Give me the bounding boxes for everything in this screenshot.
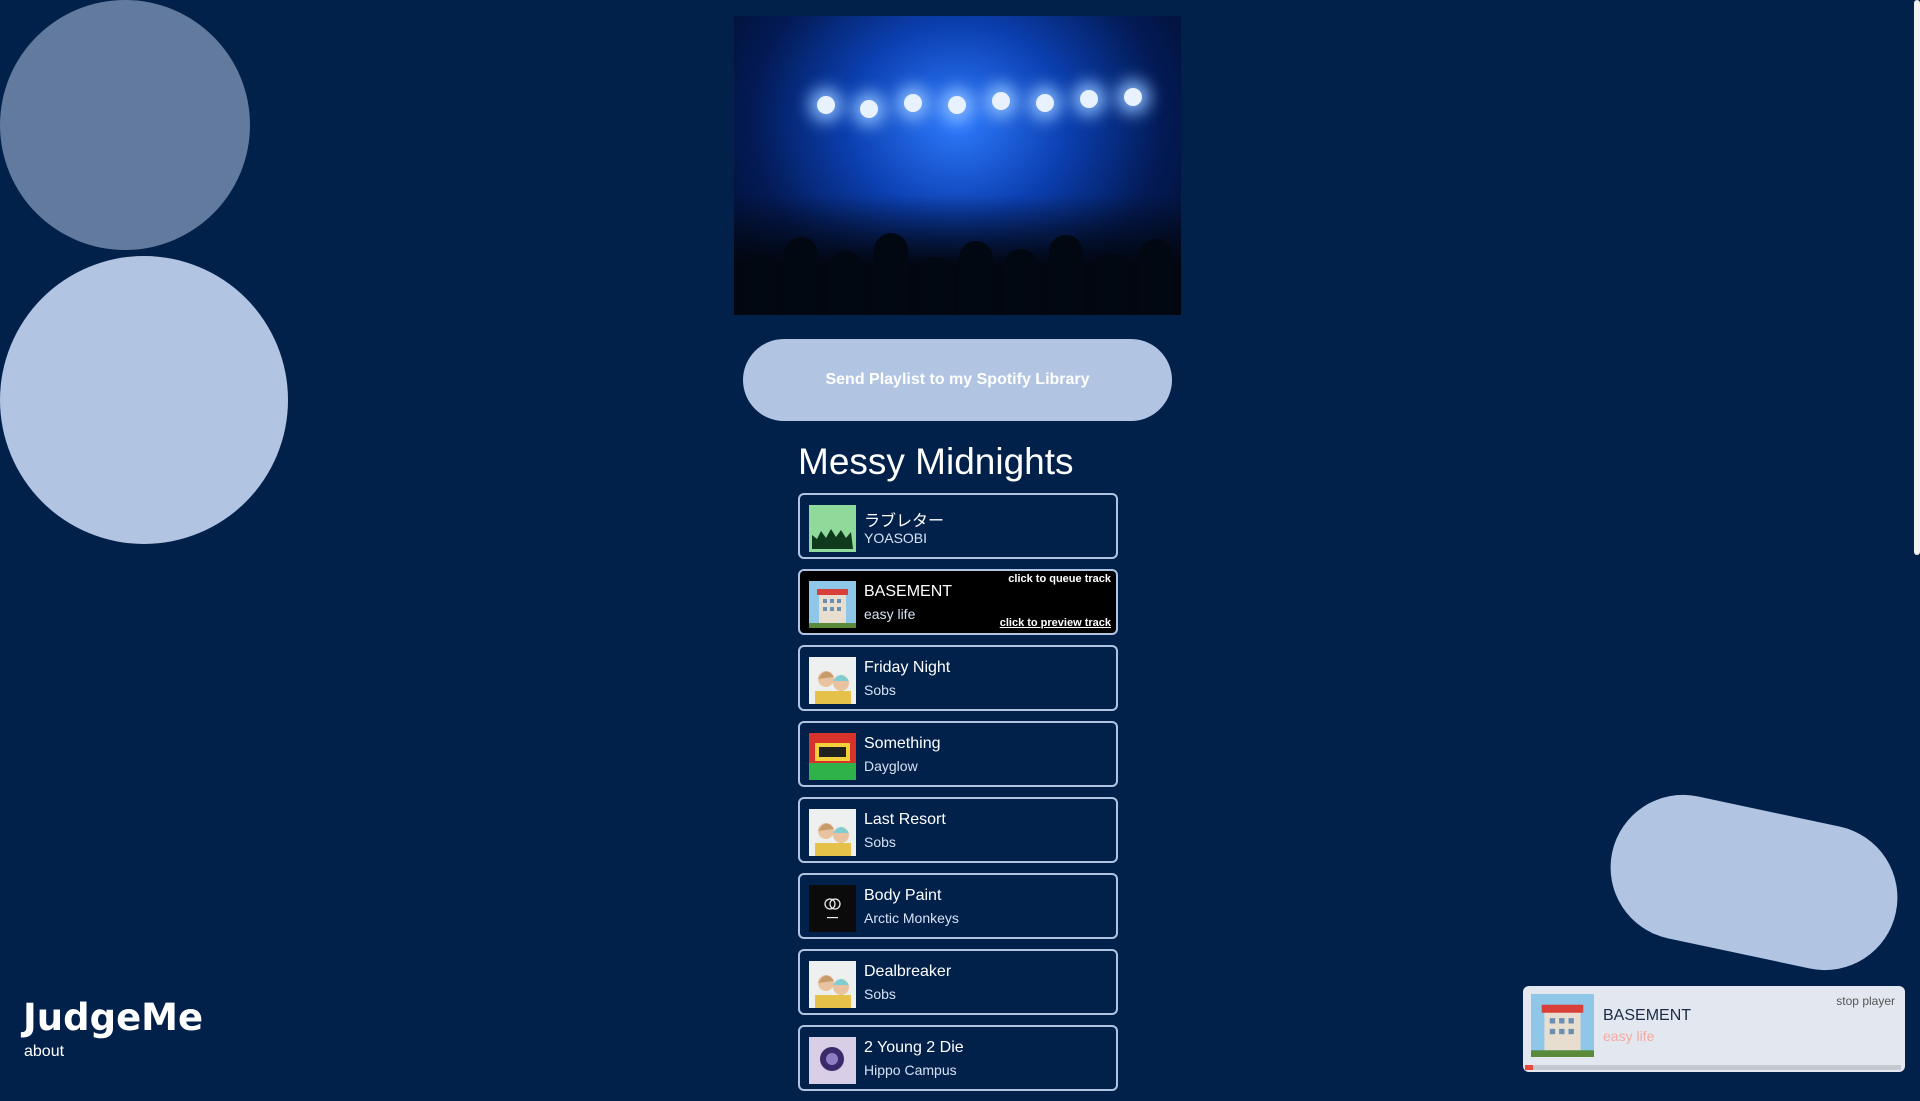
track-item[interactable]: BASEMENT easy life click to queue track … (798, 569, 1118, 635)
album-cover (809, 885, 856, 932)
track-artist: Hippo Campus (864, 1062, 957, 1078)
decorative-circle-overlay (0, 0, 250, 250)
album-cover (1531, 994, 1594, 1057)
track-item[interactable]: Last Resort Sobs (798, 797, 1118, 863)
track-artist: Sobs (864, 682, 896, 698)
track-name: BASEMENT (864, 583, 953, 600)
playlist-title: Messy Midnights (798, 441, 1074, 482)
track-artist: Sobs (864, 834, 896, 850)
player-track-artist: easy life (1603, 1028, 1655, 1044)
track-item[interactable]: Friday Night Sobs (798, 645, 1118, 711)
track-name: Body Paint (864, 887, 942, 904)
track-name: Last Resort (864, 811, 946, 828)
album-cover (809, 961, 856, 1008)
album-cover (809, 505, 856, 552)
album-cover (809, 657, 856, 704)
mini-player: BASEMENT easy life stop player (1523, 986, 1905, 1072)
about-link[interactable]: about (24, 1043, 64, 1061)
album-cover (809, 809, 856, 856)
track-artist: Dayglow (864, 758, 918, 774)
playback-progress-bar[interactable] (1525, 1065, 1901, 1070)
stop-player-button[interactable]: stop player (1836, 994, 1895, 1008)
preview-track-link[interactable]: click to preview track (1000, 617, 1111, 629)
queue-track-hint[interactable]: click to queue track (1008, 573, 1111, 585)
track-name: Friday Night (864, 659, 951, 676)
track-item[interactable]: 2 Young 2 Die Hippo Campus (798, 1025, 1118, 1091)
playback-progress-fill (1525, 1065, 1533, 1070)
decorative-circle-left (0, 256, 288, 544)
send-playlist-button[interactable]: Send Playlist to my Spotify Library (743, 339, 1172, 421)
decorative-pill-right (1597, 781, 1911, 984)
track-name: ラブレター (864, 513, 945, 530)
concert-hero-image (734, 16, 1181, 315)
track-item[interactable]: Body Paint Arctic Monkeys (798, 873, 1118, 939)
track-artist: Arctic Monkeys (864, 910, 959, 926)
track-item[interactable]: Dealbreaker Sobs (798, 949, 1118, 1015)
page-scrollbar[interactable] (1914, 0, 1920, 555)
brand-logo[interactable]: JudgeMe (23, 996, 203, 1039)
track-list: ラブレター YOASOBI BASEMENT easy life click t… (798, 493, 1118, 1101)
track-name: Something (864, 735, 941, 752)
track-item[interactable]: ラブレター YOASOBI (798, 493, 1118, 559)
track-artist: YOASOBI (864, 530, 928, 546)
track-name: 2 Young 2 Die (864, 1039, 964, 1056)
track-artist: easy life (864, 606, 916, 622)
album-cover (809, 1037, 856, 1084)
player-track-title: BASEMENT (1603, 1007, 1692, 1024)
album-cover (809, 733, 856, 780)
track-name: Dealbreaker (864, 963, 952, 980)
track-item[interactable]: Something Dayglow (798, 721, 1118, 787)
track-artist: Sobs (864, 986, 896, 1002)
album-cover (809, 581, 856, 628)
